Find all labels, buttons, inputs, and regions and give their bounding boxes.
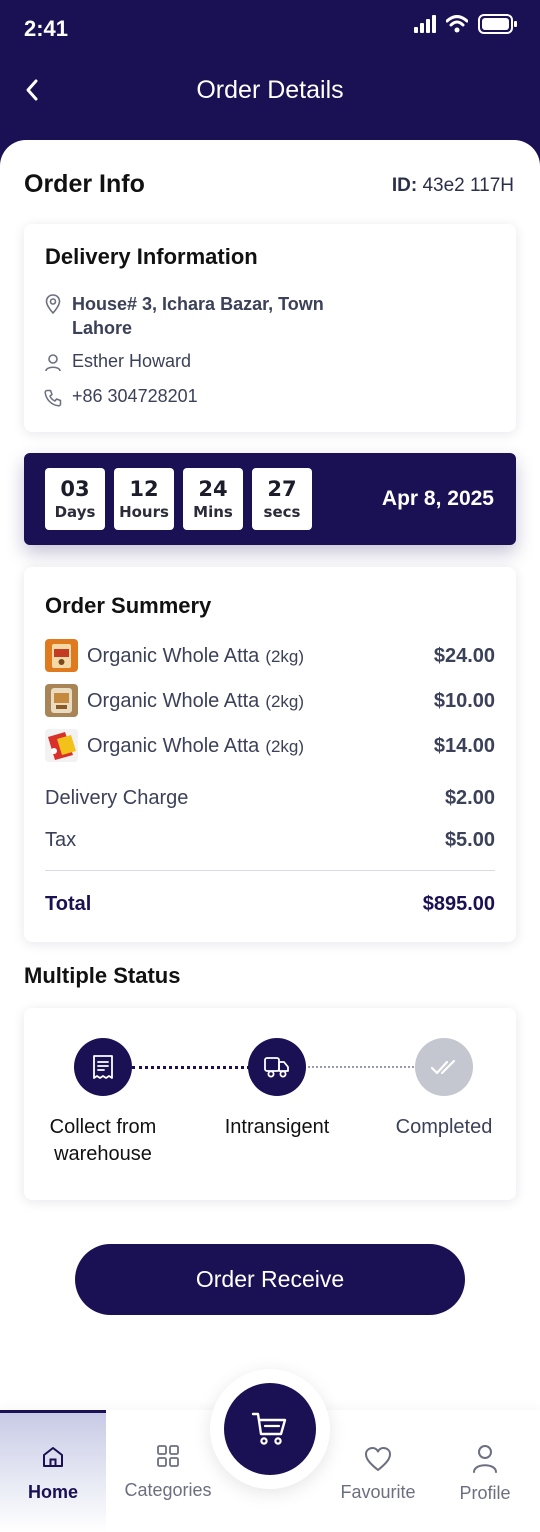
nav-profile-label: Profile (459, 1483, 511, 1503)
cart-button[interactable] (224, 1383, 316, 1475)
step-completed-label: Completed (395, 1116, 493, 1138)
mins-value: 24 (198, 477, 228, 501)
delivery-charge-value: $2.00 (444, 787, 495, 809)
order-info-title: Order Info (24, 170, 145, 198)
receipt-icon (93, 1055, 113, 1079)
step-completed (415, 1038, 473, 1096)
nav-favourite-label: Favourite (340, 1482, 416, 1502)
status-connector-done (132, 1066, 250, 1069)
countdown-mins: 24 Mins (183, 468, 243, 530)
days-value: 03 (60, 477, 90, 501)
order-id: ID: 43e2 117H (392, 175, 514, 197)
summary-divider (45, 870, 495, 871)
status-title: Multiple Status (24, 963, 181, 988)
item-price: $14.00 (433, 735, 495, 757)
status-icons (414, 14, 518, 39)
battery-icon (478, 14, 518, 39)
nav-categories-label: Categories (124, 1480, 212, 1500)
mins-label: Mins (193, 503, 233, 521)
nav-favourite[interactable]: Favourite (325, 1410, 431, 1532)
tax-value: $5.00 (444, 829, 495, 851)
item-name: Organic Whole Atta (2kg) (87, 735, 305, 757)
tax-row: Tax $5.00 (45, 829, 495, 852)
order-id-value: 43e2 117H (422, 175, 514, 196)
delivery-date: Apr 8, 2025 (381, 487, 494, 510)
list-item[interactable]: Organic Whole Atta (2kg) $14.00 (45, 729, 495, 763)
step-transit (248, 1038, 306, 1096)
secs-label: secs (263, 503, 301, 521)
nav-categories[interactable]: Categories (115, 1410, 221, 1532)
address-line-2: Lahore (72, 318, 133, 338)
customer-name: Esther Howard (72, 351, 192, 371)
total-row: Total $895.00 (45, 893, 495, 916)
tax-label: Tax (45, 829, 77, 851)
grid-icon (115, 1444, 221, 1468)
hours-label: Hours (119, 503, 169, 521)
user-icon (44, 352, 62, 374)
status-time: 2:41 (24, 16, 69, 41)
item-price: $24.00 (433, 645, 495, 667)
list-item[interactable]: Organic Whole Atta (2kg) $24.00 (45, 639, 495, 673)
order-summary-card: Order Summery Organic Whole Atta (2kg) $2… (24, 567, 516, 942)
phone-icon (44, 387, 62, 409)
item-price: $10.00 (433, 690, 495, 712)
wifi-icon (445, 15, 469, 38)
hours-value: 12 (129, 477, 159, 501)
delivery-charge-label: Delivery Charge (45, 787, 189, 809)
signal-icon (414, 15, 436, 38)
summary-title: Order Summery (45, 593, 212, 618)
step-transit-label: Intransigent (224, 1116, 330, 1138)
status-bar: 2:41 (0, 0, 540, 60)
order-receive-button[interactable]: Order Receive (75, 1244, 465, 1315)
product-thumbnail (45, 684, 78, 717)
step-collect (74, 1038, 132, 1096)
user-icon (432, 1444, 538, 1474)
phone-row: +86 304728201 (44, 386, 198, 409)
cart-icon (251, 1412, 287, 1445)
countdown-secs: 27 secs (252, 468, 312, 530)
delivery-charge-row: Delivery Charge $2.00 (45, 787, 495, 810)
step-collect-label: Collect from warehouse (49, 1116, 157, 1165)
total-label: Total (45, 893, 92, 915)
total-value: $895.00 (422, 893, 495, 915)
home-icon (0, 1445, 106, 1469)
item-name: Organic Whole Atta (2kg) (87, 645, 305, 667)
address-text: House# 3, Ichara Bazar, Town Lahore (72, 292, 324, 340)
days-label: Days (54, 503, 96, 521)
delivery-title: Delivery Information (45, 244, 258, 269)
item-name: Organic Whole Atta (2kg) (87, 690, 305, 712)
truck-icon (264, 1057, 289, 1078)
location-pin-icon (44, 293, 62, 315)
secs-value: 27 (267, 477, 297, 501)
countdown-hours: 12 Hours (114, 468, 174, 530)
double-check-icon (430, 1059, 456, 1075)
product-thumbnail (45, 639, 78, 672)
delivery-card: Delivery Information House# 3, Ichara Ba… (24, 224, 516, 432)
nav-home[interactable]: Home (0, 1410, 106, 1532)
countdown-banner: 03 Days 12 Hours 24 Mins 27 secs Apr 8, … (24, 453, 516, 545)
status-connector-pending (308, 1066, 418, 1068)
page-title: Order Details (196, 76, 344, 104)
nav-home-label: Home (27, 1482, 78, 1502)
address-row: House# 3, Ichara Bazar, Town Lahore (44, 292, 324, 340)
heart-icon (325, 1446, 431, 1472)
name-row: Esther Howard (44, 351, 191, 374)
order-id-label: ID: (391, 175, 418, 196)
product-thumbnail (45, 729, 78, 762)
nav-profile[interactable]: Profile (432, 1410, 538, 1532)
list-item[interactable]: Organic Whole Atta (2kg) $10.00 (45, 684, 495, 718)
status-tracker-card: Collect from warehouse Intransigent Comp… (24, 1008, 516, 1200)
countdown-days: 03 Days (45, 468, 105, 530)
phone-number: +86 304728201 (72, 386, 198, 406)
address-line-1: House# 3, Ichara Bazar, Town (72, 294, 324, 314)
